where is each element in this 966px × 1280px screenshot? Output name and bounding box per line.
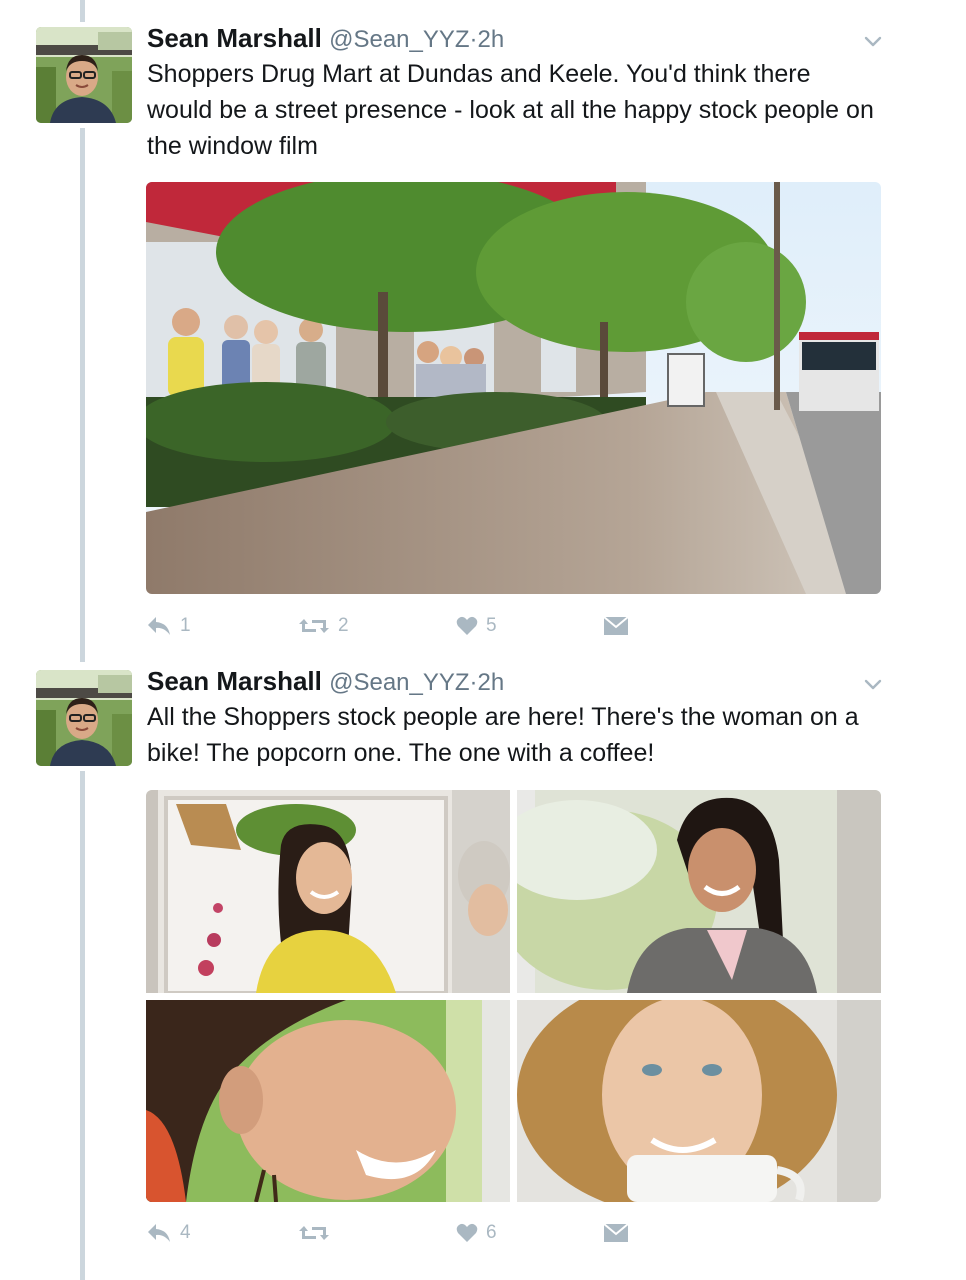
tweet-text: All the Shoppers stock people are here! … xyxy=(147,703,859,767)
timestamp[interactable]: 2h xyxy=(478,669,505,696)
photo-woman-coffee[interactable] xyxy=(517,1000,881,1202)
retweet-button[interactable]: 2 xyxy=(298,611,349,641)
timestamp[interactable]: 2h xyxy=(478,26,505,53)
like-count: 5 xyxy=(486,615,497,636)
separator-dot: · xyxy=(469,26,478,53)
tweet-actions: 4 6 xyxy=(146,1218,646,1248)
retweet-button[interactable] xyxy=(298,1218,338,1248)
avatar[interactable] xyxy=(36,27,132,123)
envelope-icon xyxy=(604,617,636,635)
tweet[interactable]: Sean Marshall @Sean_YYZ·2h All the Shopp… xyxy=(0,660,966,1280)
tweet-header: Sean Marshall @Sean_YYZ·2h xyxy=(147,663,504,699)
reply-icon xyxy=(146,1222,180,1244)
retweet-count: 2 xyxy=(338,615,349,636)
tweet[interactable]: Sean Marshall @Sean_YYZ·2h Shoppers Drug… xyxy=(0,0,966,660)
reply-button[interactable]: 1 xyxy=(146,611,191,641)
reply-icon xyxy=(146,615,180,637)
retweet-icon xyxy=(298,615,338,637)
author-handle[interactable]: @Sean_YYZ xyxy=(329,669,469,696)
like-button[interactable]: 6 xyxy=(456,1218,497,1248)
separator-dot: · xyxy=(469,669,478,696)
photo-woman-laughing[interactable] xyxy=(146,1000,510,1202)
like-button[interactable]: 5 xyxy=(456,611,497,641)
author-handle[interactable]: @Sean_YYZ xyxy=(329,26,469,53)
tweet-text: Shoppers Drug Mart at Dundas and Keele. … xyxy=(147,60,874,160)
direct-message-button[interactable] xyxy=(604,1218,636,1248)
tweet-header: Sean Marshall @Sean_YYZ·2h xyxy=(147,20,504,56)
envelope-icon xyxy=(604,1224,636,1242)
chevron-down-icon[interactable] xyxy=(862,30,884,52)
like-count: 6 xyxy=(486,1222,497,1243)
reply-count: 1 xyxy=(180,615,191,636)
tweet-photo-grid xyxy=(146,790,881,1202)
avatar[interactable] xyxy=(36,670,132,766)
photo-woman-smiling[interactable] xyxy=(517,790,881,993)
author-name[interactable]: Sean Marshall xyxy=(147,666,322,696)
reply-count: 4 xyxy=(180,1222,191,1243)
chevron-down-icon[interactable] xyxy=(862,673,884,695)
retweet-icon xyxy=(298,1222,338,1244)
photo-woman-bike[interactable] xyxy=(146,790,510,993)
heart-icon xyxy=(456,1223,486,1243)
heart-icon xyxy=(456,616,486,636)
author-name[interactable]: Sean Marshall xyxy=(147,23,322,53)
tweet-photo[interactable] xyxy=(146,182,881,594)
direct-message-button[interactable] xyxy=(604,611,636,641)
tweet-actions: 1 2 5 xyxy=(146,611,646,641)
reply-button[interactable]: 4 xyxy=(146,1218,191,1248)
